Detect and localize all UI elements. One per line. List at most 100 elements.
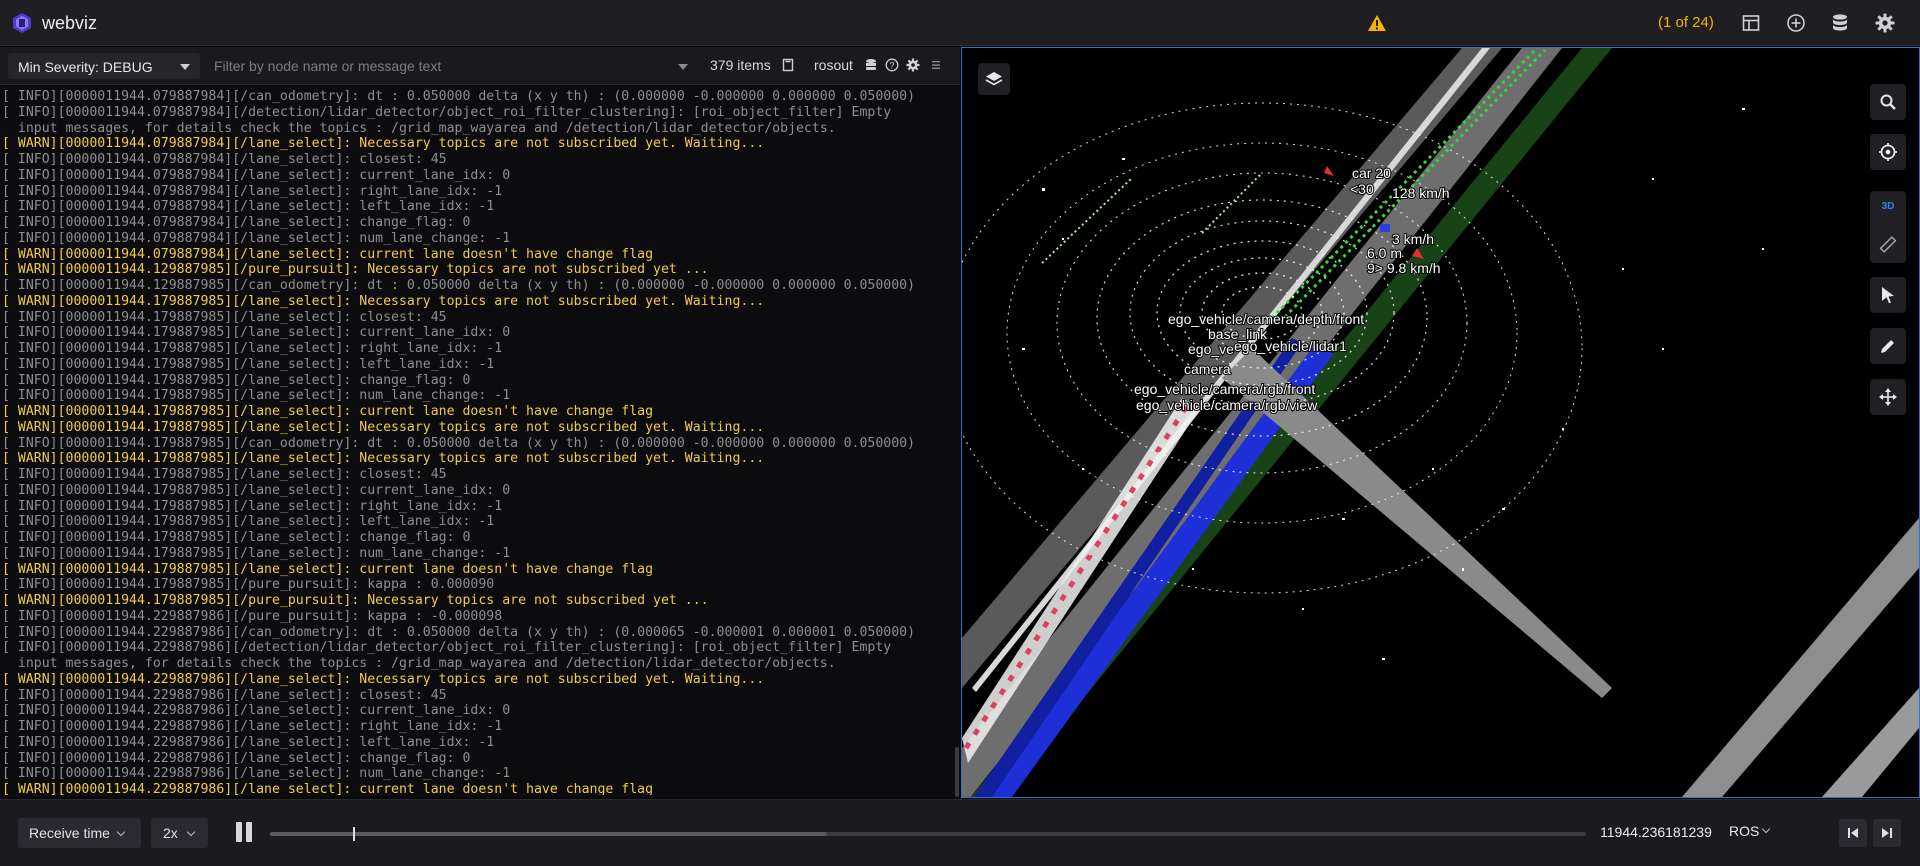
current-timestamp: 11944.236181239: [1600, 824, 1712, 840]
log-line: [ INFO][0000011944.229887986][/detection…: [2, 640, 892, 656]
warning-icon[interactable]: [1367, 14, 1387, 32]
min-severity-label: Min Severity: DEBUG: [18, 59, 153, 75]
rosout-log-panel: Min Severity: DEBUG 379 items rosout ?: [0, 47, 960, 797]
seek-backward-button[interactable]: [1839, 819, 1867, 847]
layout-icon: [1742, 15, 1760, 31]
log-line: [ INFO][0000011944.079887984][/lane_sele…: [2, 230, 511, 246]
gear-icon: [1875, 13, 1895, 33]
car-label: car 20: [1352, 165, 1391, 181]
frame-label-lidar: ego_vehicle/lidar1: [1234, 338, 1347, 354]
log-toolbar: Min Severity: DEBUG 379 items rosout ?: [0, 47, 960, 85]
log-line: [ WARN][0000011944.079887984][/lane_sele…: [2, 136, 765, 152]
log-line: [ INFO][0000011944.229887986][/lane_sele…: [2, 750, 471, 766]
log-line: [ INFO][0000011944.079887984][/lane_sele…: [2, 183, 503, 199]
panel-settings-icon[interactable]: [906, 58, 920, 72]
road-strips: [962, 48, 1919, 797]
log-line: [ INFO][0000011944.079887984][/lane_sele…: [2, 152, 447, 167]
log-line: [ INFO][0000011944.079887984][/lane_sele…: [2, 167, 511, 183]
time-mode-label: Receive time: [29, 825, 110, 841]
frame-label-camera: camera: [1184, 361, 1231, 377]
frame-label-depth-front: ego_vehicle/camera/depth/front: [1168, 311, 1364, 327]
log-line: [ WARN][0000011944.079887984][/lane_sele…: [2, 246, 654, 262]
log-line: [ INFO][0000011944.179887985][/lane_sele…: [2, 530, 471, 545]
problem-count[interactable]: (1 of 24): [1658, 14, 1714, 31]
items-count: 379 items: [710, 57, 771, 73]
log-line: input messages, for details check the to…: [2, 656, 836, 671]
ruler-icon[interactable]: [1879, 235, 1897, 253]
help-icon[interactable]: ?: [885, 58, 899, 72]
settings-button[interactable]: [1873, 11, 1897, 35]
speed-label-b: 128 km/h: [1392, 185, 1450, 201]
layers-button[interactable]: [978, 63, 1010, 95]
log-line: [ INFO][0000011944.179887985][/lane_sele…: [2, 388, 511, 404]
log-line: [ INFO][0000011944.179887985][/lane_sele…: [2, 309, 447, 325]
log-line: [ INFO][0000011944.229887986][/lane_sele…: [2, 687, 447, 703]
move-tool-button[interactable]: [1870, 379, 1906, 415]
draw-tool-button[interactable]: [1870, 328, 1906, 364]
select-tool-button[interactable]: [1870, 277, 1906, 313]
chevron-down-icon: [1761, 824, 1771, 834]
log-line: [ INFO][0000011944.179887985][/lane_sele…: [2, 482, 511, 498]
svg-text:?: ?: [889, 60, 894, 70]
foliage-points: [1041, 172, 1263, 264]
view-mode-group: 3D: [1870, 191, 1906, 263]
log-line: [ WARN][0000011944.179887985][/lane_sele…: [2, 293, 765, 309]
time-format-dropdown[interactable]: ROS: [1729, 823, 1759, 839]
drag-handle-icon[interactable]: [929, 58, 943, 72]
chevron-down-icon: [186, 827, 196, 837]
log-line: [ WARN][0000011944.179887985][/lane_sele…: [2, 404, 654, 419]
log-line: [ INFO][0000011944.179887985][/lane_sele…: [2, 341, 503, 356]
log-line: [ INFO][0000011944.229887986][/pure_purs…: [2, 608, 503, 624]
playback-controls: Receive time 2x 11944.236181239 ROS: [0, 799, 1920, 866]
log-message-list[interactable]: [ INFO][0000011944.079887984][/can_odome…: [0, 89, 960, 795]
log-line: [ WARN][0000011944.129887985][/pure_purs…: [2, 262, 709, 278]
time-mode-dropdown[interactable]: Receive time: [18, 818, 141, 848]
follow-button[interactable]: [1870, 134, 1906, 170]
log-line: [ WARN][0000011944.179887985][/lane_sele…: [2, 561, 654, 577]
log-line: [ INFO][0000011944.079887984][/detection…: [2, 104, 892, 120]
log-line: [ WARN][0000011944.179887985][/lane_sele…: [2, 451, 765, 467]
move-icon: [1879, 388, 1897, 406]
topic-name[interactable]: rosout: [814, 57, 853, 73]
layout-button[interactable]: [1739, 11, 1763, 35]
copy-icon[interactable]: [781, 58, 795, 72]
add-panel-button[interactable]: [1784, 11, 1808, 35]
log-line: [ INFO][0000011944.079887984][/lane_sele…: [2, 215, 471, 230]
frame-label-rgb-front: ego_vehicle/camera/rgb/front: [1134, 381, 1315, 397]
playback-speed-dropdown[interactable]: 2x: [151, 818, 208, 848]
log-line: [ INFO][0000011944.179887985][/lane_sele…: [2, 467, 447, 482]
toggle-3d-button[interactable]: 3D: [1870, 201, 1906, 212]
log-line: [ INFO][0000011944.179887985][/lane_sele…: [2, 514, 495, 530]
search-icon: [1880, 94, 1896, 110]
min-severity-dropdown[interactable]: Min Severity: DEBUG: [8, 53, 200, 79]
filter-caret-down-icon[interactable]: [678, 64, 688, 70]
log-filter-input[interactable]: [206, 53, 690, 79]
pencil-icon: [1881, 340, 1894, 353]
log-line: [ INFO][0000011944.179887985][/lane_sele…: [2, 372, 471, 388]
log-line: [ INFO][0000011944.179887985][/lane_sele…: [2, 325, 511, 341]
database-icon[interactable]: [864, 58, 878, 72]
database-icon: [1833, 14, 1847, 31]
log-line: [ INFO][0000011944.179887985][/can_odome…: [2, 435, 916, 451]
log-line: [ INFO][0000011944.179887985][/pure_purs…: [2, 577, 495, 593]
layers-icon: [985, 72, 1003, 86]
app-title: webviz: [42, 13, 98, 33]
log-line: [ INFO][0000011944.229887986][/can_odome…: [2, 624, 916, 640]
top-bar: webviz (1 of 24): [0, 0, 1920, 46]
log-line: [ INFO][0000011944.129887985][/can_odome…: [2, 278, 916, 293]
lidar-scene[interactable]: car 20 <30 128 km/h 3 km/h 6.0 m 9> 9.8 …: [962, 48, 1919, 797]
log-scrollbar[interactable]: [955, 747, 959, 797]
pause-button[interactable]: [234, 822, 256, 844]
skip-back-icon: [1848, 828, 1858, 838]
data-source-button[interactable]: [1828, 11, 1852, 35]
seek-thumb[interactable]: [352, 827, 355, 841]
search-button[interactable]: [1870, 84, 1906, 120]
speed-label-d: 9> 9.8 km/h: [1367, 260, 1441, 276]
log-line: [ INFO][0000011944.179887985][/lane_sele…: [2, 545, 511, 561]
log-line: input messages, for details check the to…: [2, 120, 836, 136]
seek-bar[interactable]: [270, 827, 1586, 841]
skip-forward-icon: [1882, 828, 1892, 838]
seek-forward-button[interactable]: [1873, 819, 1901, 847]
3d-view-panel[interactable]: car 20 <30 128 km/h 3 km/h 6.0 m 9> 9.8 …: [961, 47, 1920, 798]
log-line: [ INFO][0000011944.229887986][/lane_sele…: [2, 766, 511, 782]
